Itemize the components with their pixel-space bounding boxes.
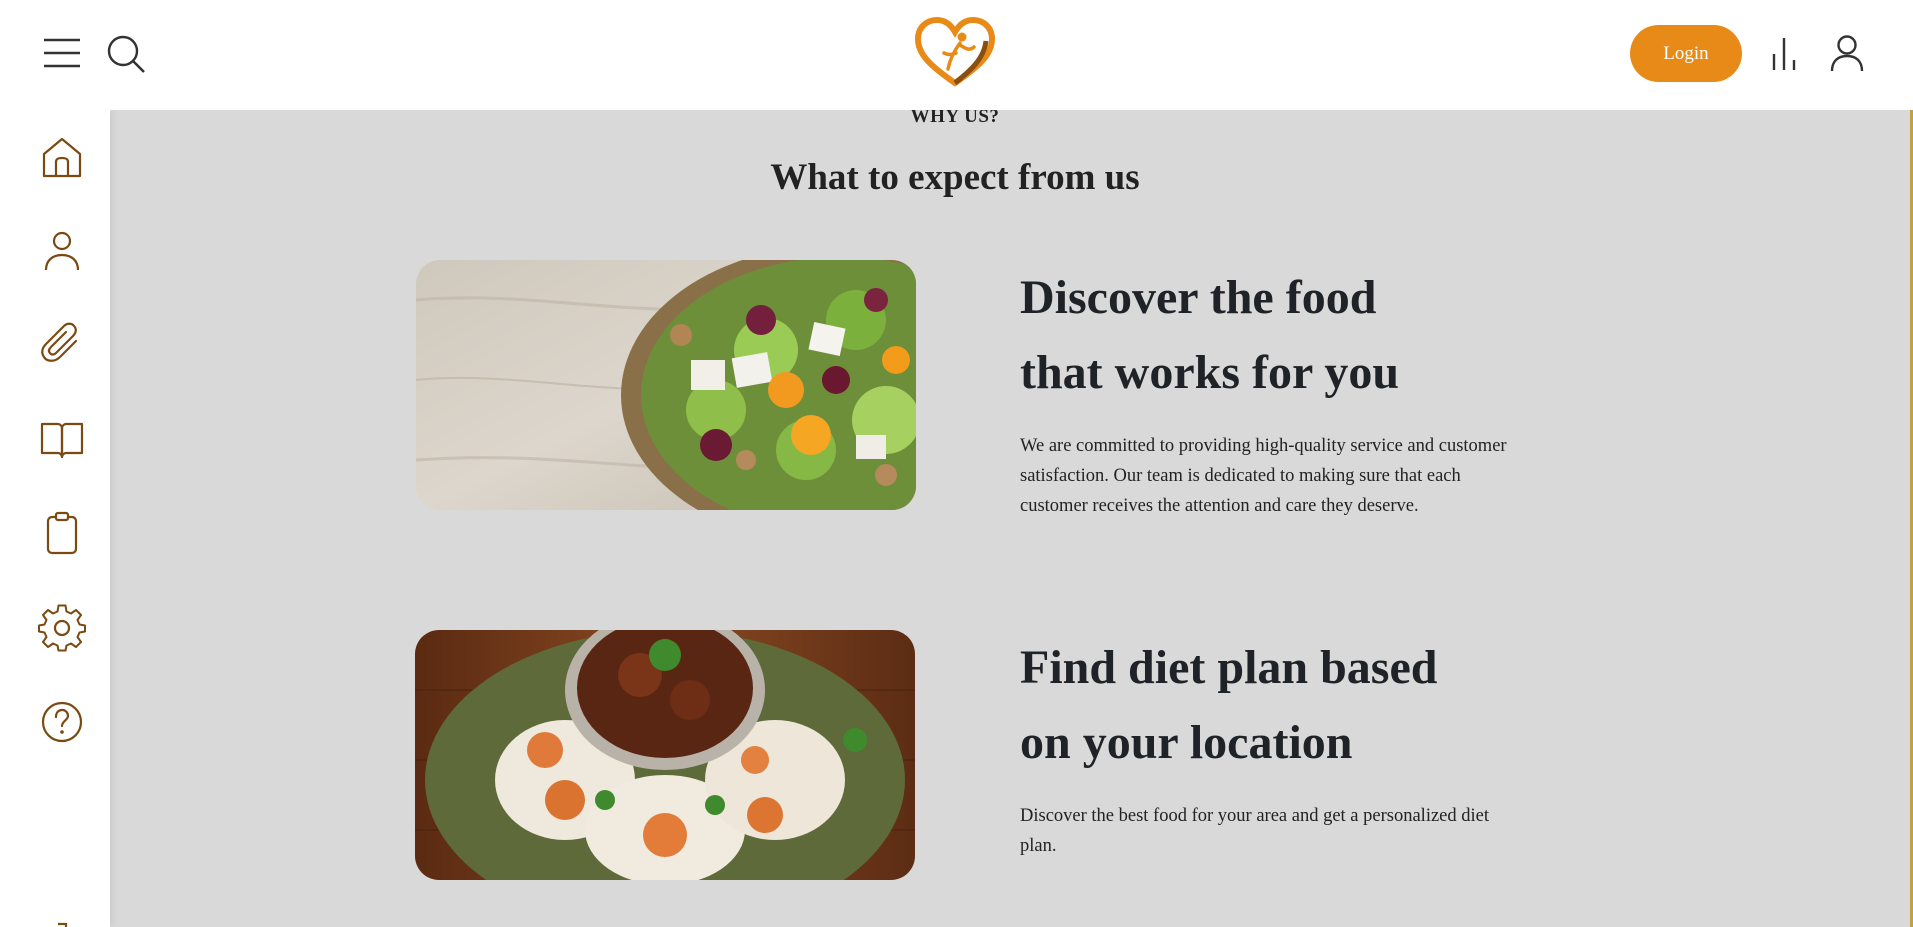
feature-title-line1: Find diet plan based [1020,641,1438,694]
feature-description: Discover the best food for your area and… [1020,806,1489,856]
feature-title: Find diet plan based on your location [1020,630,1580,780]
bar-chart-icon[interactable] [1770,36,1800,72]
clipboard-icon [46,511,78,555]
sidebar-item-attachments[interactable] [38,321,86,369]
paperclip-icon [41,322,78,362]
book-icon [40,422,84,459]
search-icon[interactable] [106,34,146,74]
feature-title-line1: Discover the food [1020,271,1377,324]
sidebar-item-home[interactable] [38,133,86,181]
login-button[interactable]: Login [1630,25,1742,82]
sidebar-item-plans[interactable] [38,510,86,558]
sidebar-item-help[interactable] [38,698,86,746]
section-title: What to expect from us [770,157,1140,198]
gear-icon [38,604,86,652]
top-bar: Login [0,0,1913,110]
feature-title-line2: that works for you [1020,346,1400,399]
sidebar-item-recipes[interactable] [38,415,86,463]
feature-title: Discover the food that works for you [1020,260,1580,410]
sidebar [0,110,110,927]
home-icon [42,137,82,178]
salad-bowl-photo [416,260,916,510]
user-icon [44,231,80,271]
curry-noodles-photo [415,630,915,880]
logout-icon[interactable] [56,920,80,927]
sidebar-item-settings[interactable] [38,604,86,652]
feature-title-line2: on your location [1020,716,1353,769]
hamburger-icon[interactable] [42,36,82,70]
user-icon[interactable] [1829,34,1865,72]
heart-logo[interactable] [914,16,996,89]
feature-description: We are committed to providing high-quali… [1020,436,1507,516]
help-icon [41,701,83,743]
sidebar-item-profile[interactable] [38,227,86,275]
